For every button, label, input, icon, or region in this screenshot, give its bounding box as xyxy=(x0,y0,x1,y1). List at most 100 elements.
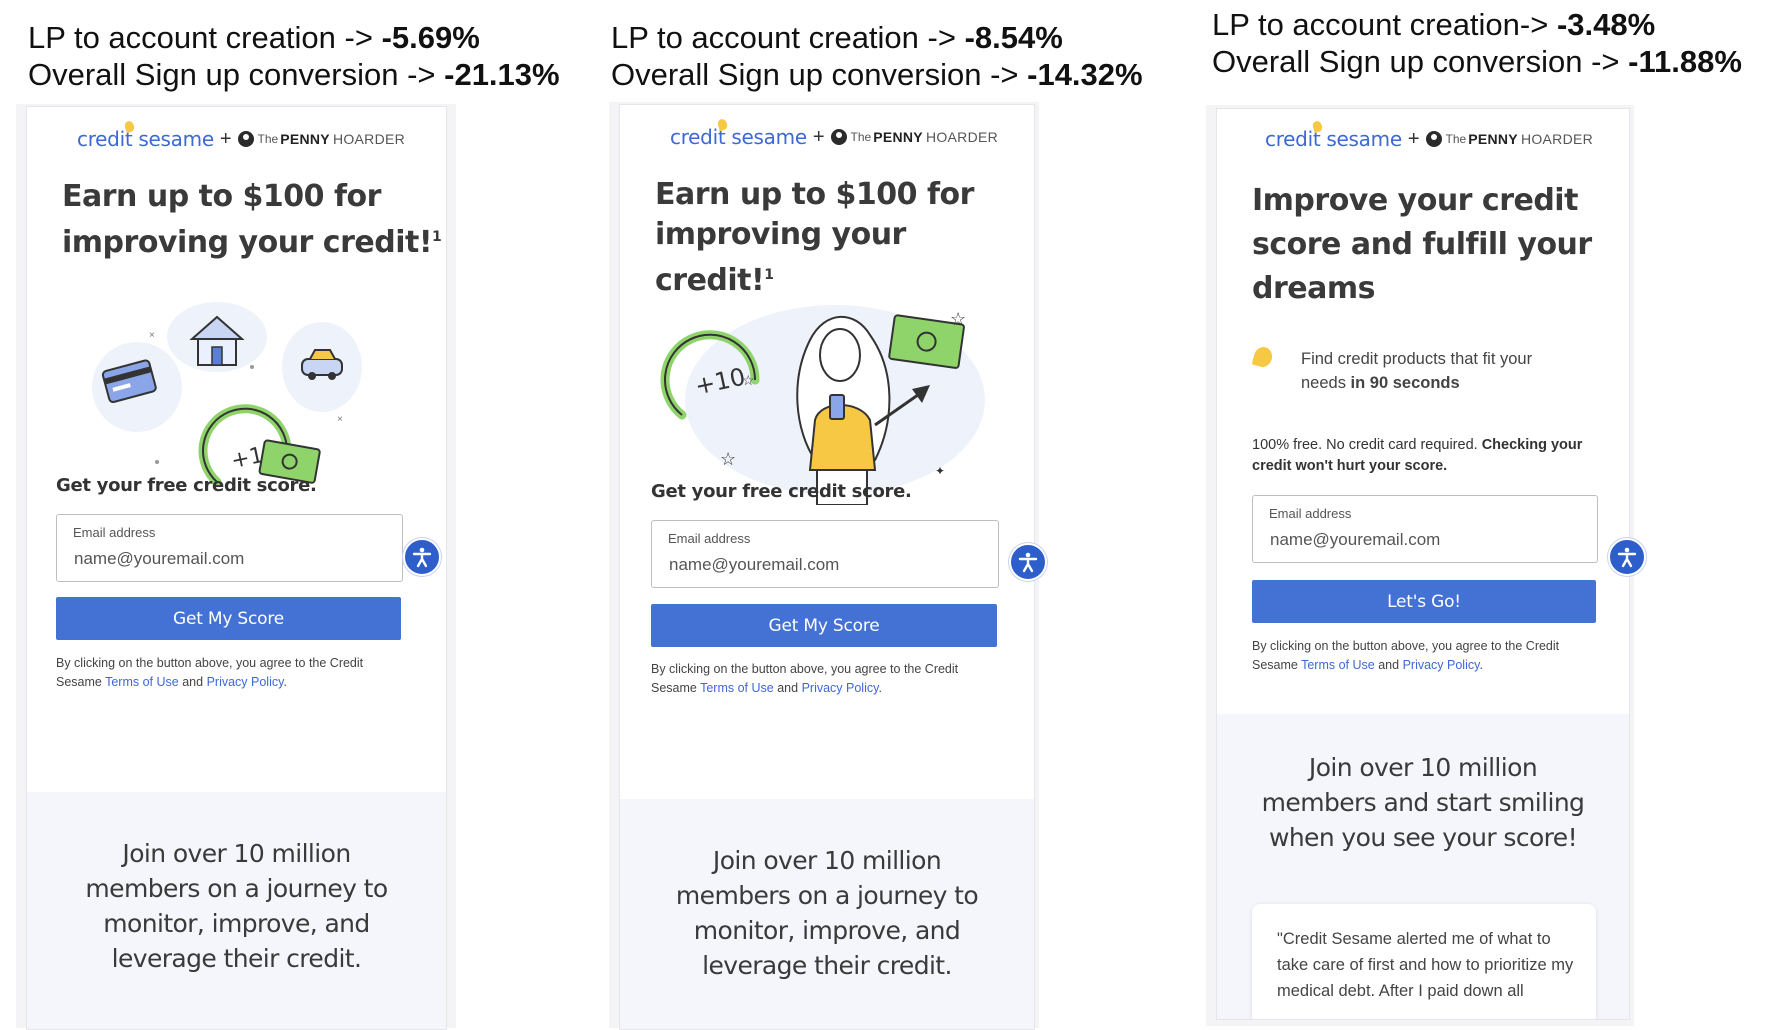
email-field[interactable]: Email address name@youremail.com xyxy=(1252,495,1598,563)
sparkle-icon: ☆ xyxy=(720,449,736,469)
lp-stat-label: LP to account creation -> xyxy=(28,20,382,55)
social-proof-line: Join over 10 million xyxy=(712,846,942,875)
legal-suffix: . xyxy=(878,681,882,695)
lets-go-button[interactable]: Let's Go! xyxy=(1252,580,1596,623)
legal-text: By clicking on the button above, you agr… xyxy=(1252,637,1587,675)
headline-line: dreams xyxy=(1252,271,1375,306)
footnote-marker: 1 xyxy=(764,267,774,283)
social-proof-section: Join over 10 million members on a journe… xyxy=(27,792,446,1029)
sparkle-icon: ☆ xyxy=(742,372,755,388)
sparkle-icon: ☆ xyxy=(950,309,966,329)
logo-hoarder: HOARDER xyxy=(332,131,406,147)
headline-line: Improve your credit xyxy=(1252,183,1578,218)
headline-line: Earn up to $100 for xyxy=(62,179,381,214)
headline-line: score and fulfill your xyxy=(1252,227,1592,262)
penny-hoarder-icon xyxy=(237,131,254,147)
get-my-score-button[interactable]: Get My Score xyxy=(56,597,401,640)
logo-plus: + xyxy=(812,125,825,148)
legal-and: and xyxy=(178,675,207,689)
legal-suffix: . xyxy=(283,675,287,689)
partner-logo: credit sesame + The PENNY HOARDER xyxy=(670,117,998,149)
free-disclaimer: 100% free. No credit card required. Chec… xyxy=(1252,435,1597,477)
social-proof-line: Join over 10 million xyxy=(122,839,351,868)
sparkle-icon: × xyxy=(149,330,155,341)
variant-3-overall-stat: Overall Sign up conversion -> -11.88% xyxy=(1212,43,1742,80)
social-proof-section: Join over 10 million members on a journe… xyxy=(620,799,1034,1029)
get-my-score-button[interactable]: Get My Score xyxy=(651,604,997,647)
legal-text: By clicking on the button above, you agr… xyxy=(651,660,991,698)
social-proof-line: members on a journey to xyxy=(675,881,979,910)
terms-of-use-link[interactable]: Terms of Use xyxy=(1301,658,1375,672)
privacy-policy-link[interactable]: Privacy Policy xyxy=(1403,658,1480,672)
social-proof-line: leverage their credit. xyxy=(702,951,952,980)
lp-stat-label: LP to account creation-> xyxy=(1212,7,1557,42)
variant-3-page: credit sesame + The PENNY HOARDER Improv… xyxy=(1216,108,1630,1020)
hero-illustration: +10 × × xyxy=(92,302,362,487)
dot-icon xyxy=(250,365,254,369)
logo-plus: + xyxy=(1407,127,1420,150)
email-input[interactable]: name@youremail.com xyxy=(669,555,839,575)
accessibility-icon[interactable] xyxy=(403,538,441,576)
logo-plus: + xyxy=(219,127,232,150)
subhead: Get your free credit score. xyxy=(651,481,912,502)
credit-sesame-logo: credit sesame xyxy=(670,117,807,149)
overall-stat-value: -14.32% xyxy=(1027,57,1143,92)
testimonial-card: "Credit Sesame alerted me of what to tak… xyxy=(1252,904,1596,1019)
variant-2-overall-stat: Overall Sign up conversion -> -14.32% xyxy=(611,56,1143,93)
sesame-seed-icon xyxy=(1311,119,1324,134)
credit-sesame-logo: credit sesame xyxy=(1265,119,1402,151)
legal-suffix: . xyxy=(1479,658,1483,672)
accessibility-icon[interactable] xyxy=(1009,543,1047,581)
variant-1-lp-stat: LP to account creation -> -5.69% xyxy=(28,19,480,56)
sesame-seed-icon xyxy=(716,117,729,132)
privacy-policy-link[interactable]: Privacy Policy xyxy=(207,675,284,689)
lp-stat-value: -8.54% xyxy=(964,20,1063,55)
privacy-policy-link[interactable]: Privacy Policy xyxy=(802,681,879,695)
social-proof-title: Join over 10 million members on a journe… xyxy=(27,836,446,976)
sparkle-icon: × xyxy=(337,414,343,425)
sparkle-icon: ✦ xyxy=(935,464,945,478)
logo-the: The xyxy=(850,130,872,144)
page-title: Improve your credit score and fulfill yo… xyxy=(1252,179,1592,311)
social-proof-line: members and start smiling xyxy=(1261,788,1585,817)
logo-penny: PENNY xyxy=(280,131,330,147)
legal-and: and xyxy=(1374,658,1403,672)
social-proof-section: Join over 10 million members and start s… xyxy=(1217,714,1629,1019)
social-proof-line: Join over 10 million xyxy=(1308,753,1538,782)
variant-1-overall-stat: Overall Sign up conversion -> -21.13% xyxy=(28,56,560,93)
overall-stat-label: Overall Sign up conversion -> xyxy=(1212,44,1629,79)
dot-icon xyxy=(155,460,159,464)
terms-of-use-link[interactable]: Terms of Use xyxy=(700,681,774,695)
email-field[interactable]: Email address name@youremail.com xyxy=(56,514,403,582)
terms-of-use-link[interactable]: Terms of Use xyxy=(105,675,179,689)
sesame-seed-icon xyxy=(1251,345,1275,369)
email-input[interactable]: name@youremail.com xyxy=(1270,530,1440,550)
accessibility-icon[interactable] xyxy=(1608,538,1646,576)
penny-hoarder-icon xyxy=(1425,131,1442,147)
overall-stat-label: Overall Sign up conversion -> xyxy=(28,57,445,92)
penny-hoarder-icon xyxy=(830,129,847,145)
feature-bullet: Find credit products that fit your needs… xyxy=(1301,347,1571,395)
variant-1-page: credit sesame + The PENNY HOARDER Earn u… xyxy=(26,106,447,1030)
email-label: Email address xyxy=(668,531,751,546)
overall-stat-value: -11.88% xyxy=(1628,44,1742,79)
lp-stat-value: -3.48% xyxy=(1556,7,1656,42)
social-proof-title: Join over 10 million members on a journe… xyxy=(620,843,1034,983)
lp-stat-value: -5.69% xyxy=(381,20,480,55)
overall-stat-label: Overall Sign up conversion -> xyxy=(611,57,1028,92)
variant-2-lp-stat: LP to account creation -> -8.54% xyxy=(611,19,1063,56)
email-field[interactable]: Email address name@youremail.com xyxy=(651,520,999,588)
partner-logo: credit sesame + The PENNY HOARDER xyxy=(77,119,406,151)
hero-illustration: +10 ☆ ☆ ☆ ✦ xyxy=(660,305,985,505)
logo-the: The xyxy=(257,132,279,146)
headline-line: Earn up to $100 for xyxy=(655,177,974,212)
logo-penny: PENNY xyxy=(1468,131,1518,147)
page-title: Earn up to $100 for improving your credi… xyxy=(655,175,1034,301)
sesame-seed-icon xyxy=(123,119,136,134)
email-label: Email address xyxy=(73,525,156,540)
legal-and: and xyxy=(773,681,802,695)
email-input[interactable]: name@youremail.com xyxy=(74,549,244,569)
subhead: Get your free credit score. xyxy=(56,475,317,496)
partner-logo: credit sesame + The PENNY HOARDER xyxy=(1265,119,1593,151)
free-disclaimer-text: 100% free. No credit card required. xyxy=(1252,437,1482,453)
